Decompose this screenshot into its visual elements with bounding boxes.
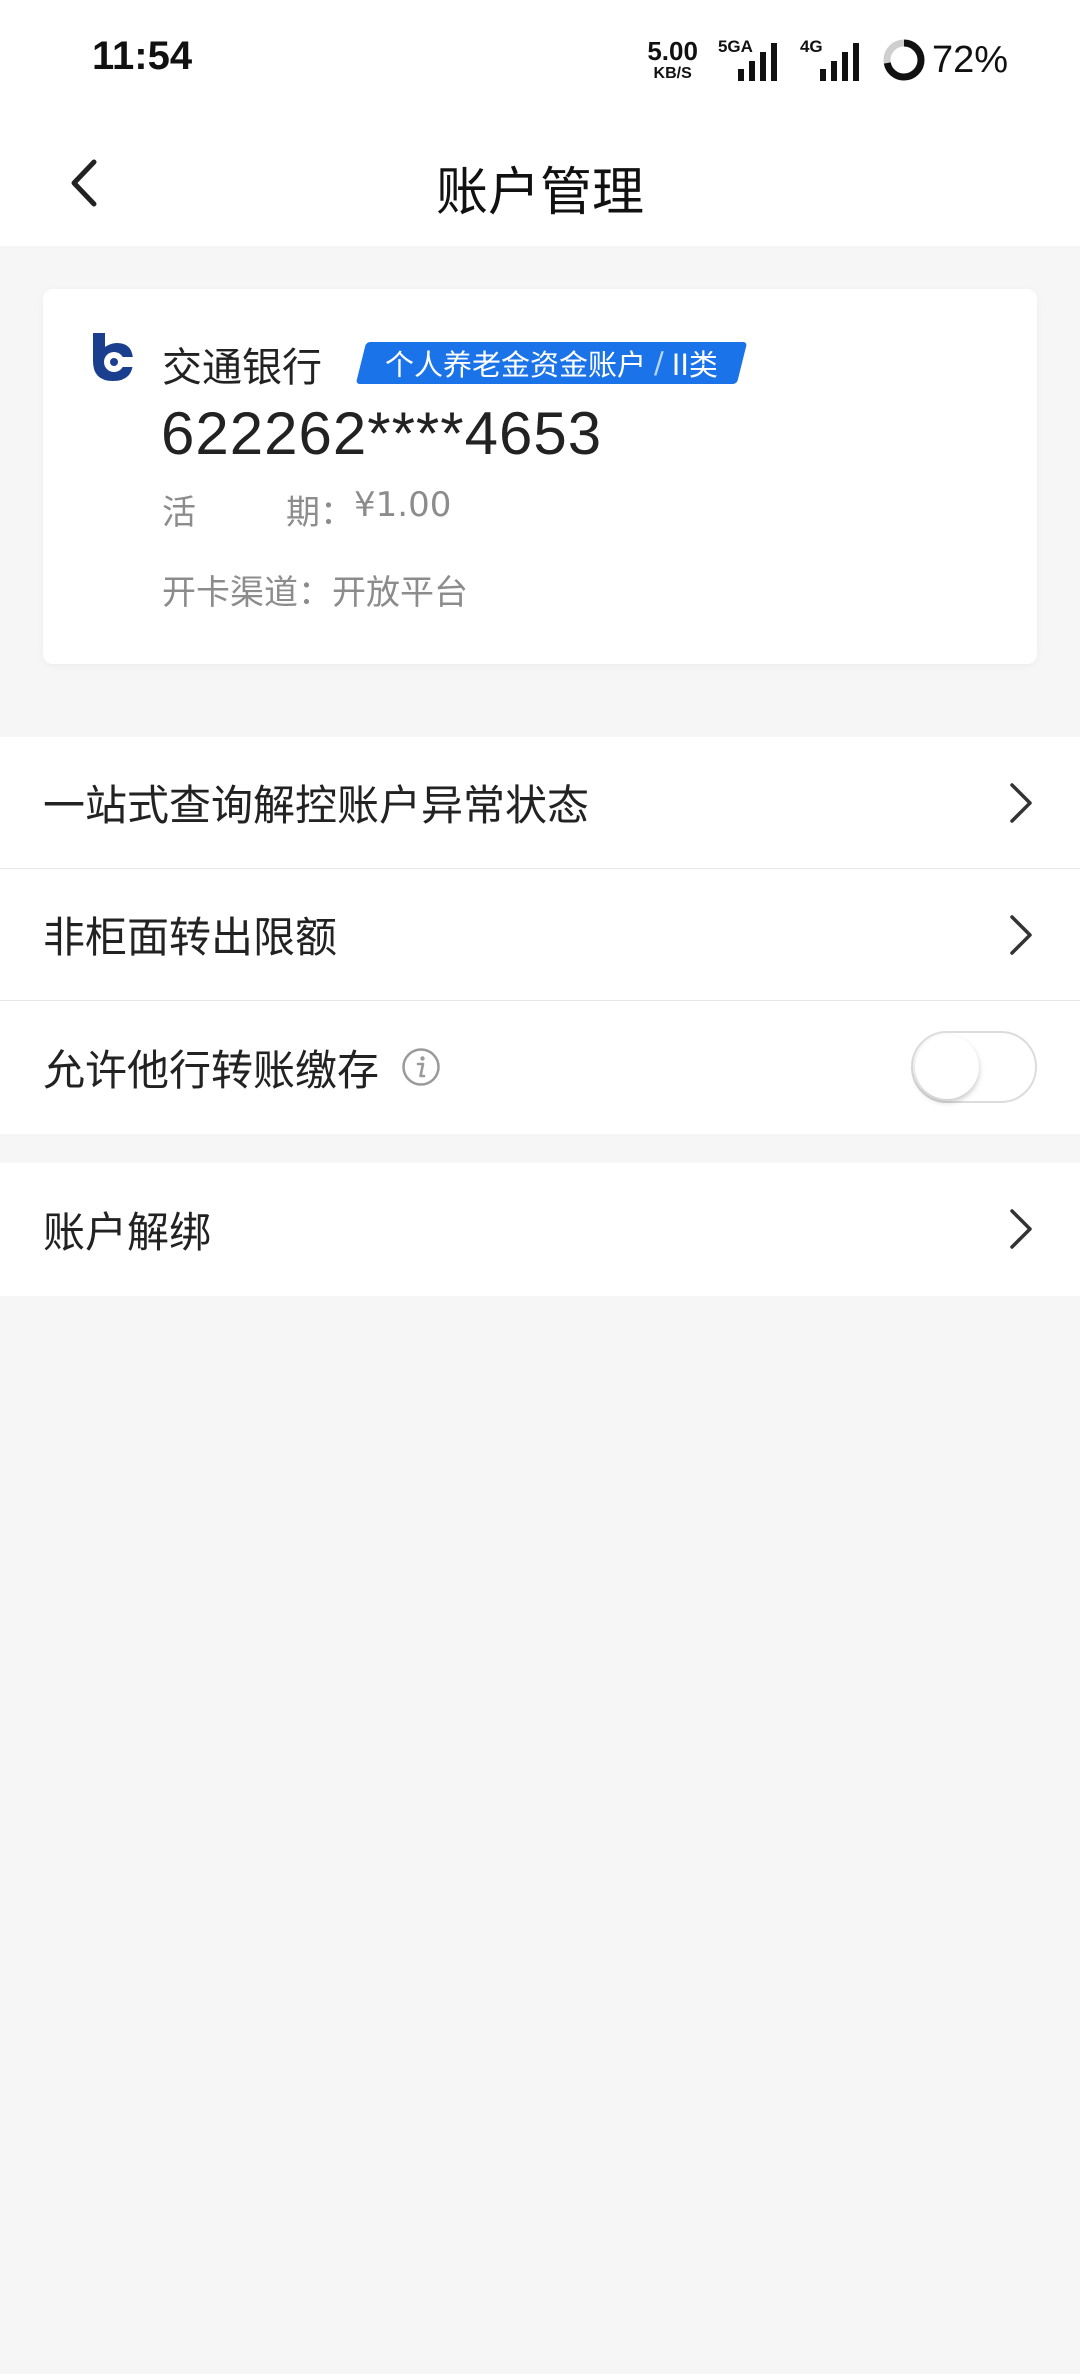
menu-item-label-wrap: 允许他行转账缴存 xyxy=(43,1001,441,1133)
info-icon[interactable] xyxy=(401,1047,441,1087)
account-settings-list: 一站式查询解控账户异常状态 非柜面转出限额 允许他行转账缴存 xyxy=(0,737,1080,1134)
chevron-right-icon xyxy=(1010,914,1032,955)
network-speed-unit: KB/S xyxy=(653,65,692,82)
menu-item-label: 账户解绑 xyxy=(43,1207,212,1257)
menu-item-status-query[interactable]: 一站式查询解控账户异常状态 xyxy=(0,737,1080,869)
signal-5ga-icon: 5GA xyxy=(718,37,780,83)
menu-item-allow-other-bank-deposit: 允许他行转账缴存 xyxy=(0,1001,1080,1133)
signal-bars-icon xyxy=(737,43,777,81)
network-speed: 5.00 KB/S xyxy=(647,38,698,82)
menu-item-unbind[interactable]: 账户解绑 xyxy=(0,1163,1080,1295)
nav-bar: 账户管理 xyxy=(0,120,1080,246)
channel-value: 开放平台 xyxy=(332,573,468,613)
badge-separator: / xyxy=(654,346,664,380)
page-title: 账户管理 xyxy=(435,163,644,223)
channel-row: 开卡渠道：开放平台 xyxy=(162,565,468,614)
battery-percent: 72% xyxy=(931,38,1008,81)
signal-bars-icon xyxy=(819,43,859,81)
balance-label-a: 活 xyxy=(162,493,196,533)
channel-label: 开卡渠道： xyxy=(162,573,332,613)
account-card: 交通银行 个人养老金资金账户 / II类 622262****4653 活 期：… xyxy=(43,289,1037,664)
chevron-right-icon xyxy=(1010,782,1032,823)
account-unbind-group: 账户解绑 xyxy=(0,1163,1080,1296)
status-bar: 11:54 5.00 KB/S 5GA 4G 72% xyxy=(0,0,1080,120)
menu-item-label: 允许他行转账缴存 xyxy=(43,1045,380,1095)
menu-item-label: 一站式查询解控账户异常状态 xyxy=(43,781,590,830)
card-number: 622262****4653 xyxy=(161,400,603,467)
menu-item-transfer-limit[interactable]: 非柜面转出限额 xyxy=(0,869,1080,1001)
battery: 72% xyxy=(882,38,1008,82)
account-class-label: II类 xyxy=(671,348,718,382)
chevron-right-icon xyxy=(1010,1209,1032,1249)
menu-item-label: 非柜面转出限额 xyxy=(43,913,338,962)
account-type-label: 个人养老金资金账户 xyxy=(385,348,647,382)
signal-4g-icon: 4G xyxy=(800,37,862,83)
status-time: 11:54 xyxy=(92,34,193,78)
bank-logo-icon xyxy=(93,333,136,381)
status-indicators: 5.00 KB/S 5GA 4G 72% xyxy=(647,34,1008,86)
allow-deposit-toggle[interactable] xyxy=(911,1031,1037,1103)
battery-ring-icon xyxy=(883,39,925,81)
balance-label-b: 期： xyxy=(286,493,354,533)
network-speed-value: 5.00 xyxy=(647,36,698,66)
toggle-knob xyxy=(915,1035,979,1099)
account-type-badge: 个人养老金资金账户 / II类 xyxy=(355,342,748,384)
bank-name: 交通银行 xyxy=(162,345,322,391)
balance-row: 活 期： ¥1.00 xyxy=(162,485,451,534)
balance-value: ¥1.00 xyxy=(354,485,452,525)
